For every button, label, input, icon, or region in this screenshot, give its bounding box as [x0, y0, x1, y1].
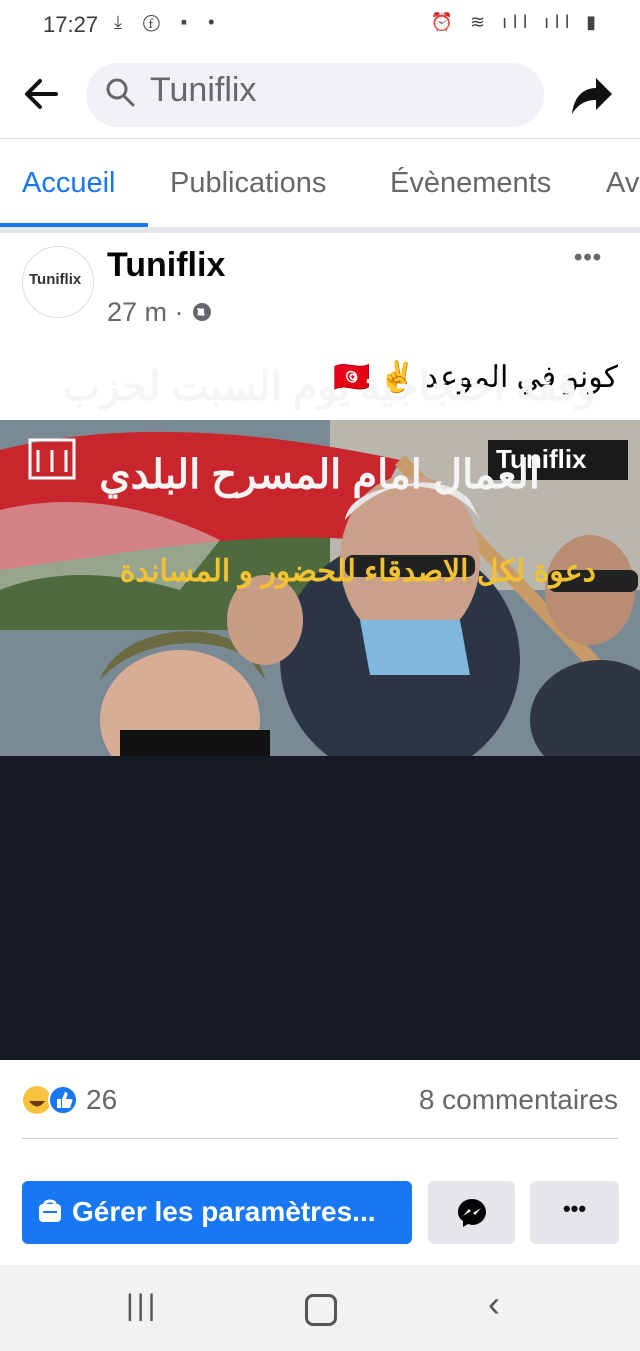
post-time-text: 27 m [107, 297, 168, 327]
share-arrow-icon[interactable] [566, 72, 616, 118]
search-header [0, 50, 640, 139]
tab-accueil[interactable]: Accueil [22, 167, 116, 200]
settings-briefcase-icon [39, 1199, 61, 1222]
post-image[interactable]: Tuniflix [0, 420, 640, 1060]
system-nav-bar: ||| ‹ [0, 1265, 640, 1351]
search-query[interactable]: Tuniflix [150, 71, 256, 110]
back-arrow-icon[interactable] [18, 72, 66, 120]
status-bar: 17:27 ⤓ ⓕ ▪ • ⏰ ≋ ıll ıll ▮ [0, 0, 640, 50]
reaction-icons[interactable] [22, 1084, 78, 1116]
recent-apps-icon[interactable]: ||| [126, 1289, 158, 1323]
post-timestamp[interactable]: 27 m · [107, 297, 213, 328]
messenger-icon [458, 1199, 486, 1227]
avatar-logo-text: Tuniflix [29, 271, 82, 288]
banner-headline-line2: العمال امام المسرح البلدي [99, 453, 540, 497]
page-tabs: Accueil Publications Évènements Av [0, 139, 640, 228]
post-more-options-icon[interactable]: ••• [574, 244, 602, 272]
back-arrow-svg [25, 79, 58, 109]
manage-settings-label: Gérer les paramètres... [72, 1196, 376, 1227]
post-divider [22, 1138, 618, 1139]
banner-headline-line1: وقفة احتجاجية يوم السبت لحزب [62, 365, 596, 409]
separator-dot: · [174, 297, 184, 327]
post-page-name[interactable]: Tuniflix [107, 246, 225, 285]
tab-evenements[interactable]: Évènements [390, 167, 551, 200]
home-icon[interactable] [305, 1294, 337, 1326]
manage-settings-button[interactable]: Gérer les paramètres... [22, 1181, 412, 1244]
system-status-icons: ⏰ ≋ ıll ıll ▮ [430, 12, 602, 32]
search-icon [106, 78, 135, 107]
tab-publications[interactable]: Publications [170, 167, 326, 200]
notification-icons: ⤓ ⓕ ▪ • [114, 12, 223, 32]
tab-avis[interactable]: Av [606, 167, 639, 200]
comment-count[interactable]: 8 commentaires [419, 1084, 618, 1116]
messenger-button[interactable] [428, 1181, 515, 1244]
banner-invitation-text: دعوة لكل الاصدقاء للحضور و المساندة [119, 555, 596, 588]
reaction-count[interactable]: 26 [86, 1084, 117, 1116]
nav-back-icon[interactable]: ‹ [488, 1283, 500, 1325]
section-divider [0, 227, 640, 233]
status-time: 17:27 [43, 12, 99, 37]
more-actions-button[interactable]: ••• [530, 1181, 619, 1244]
avatar[interactable]: Tuniflix [22, 246, 94, 318]
globe-icon [193, 303, 212, 321]
image-banner [0, 756, 640, 1060]
